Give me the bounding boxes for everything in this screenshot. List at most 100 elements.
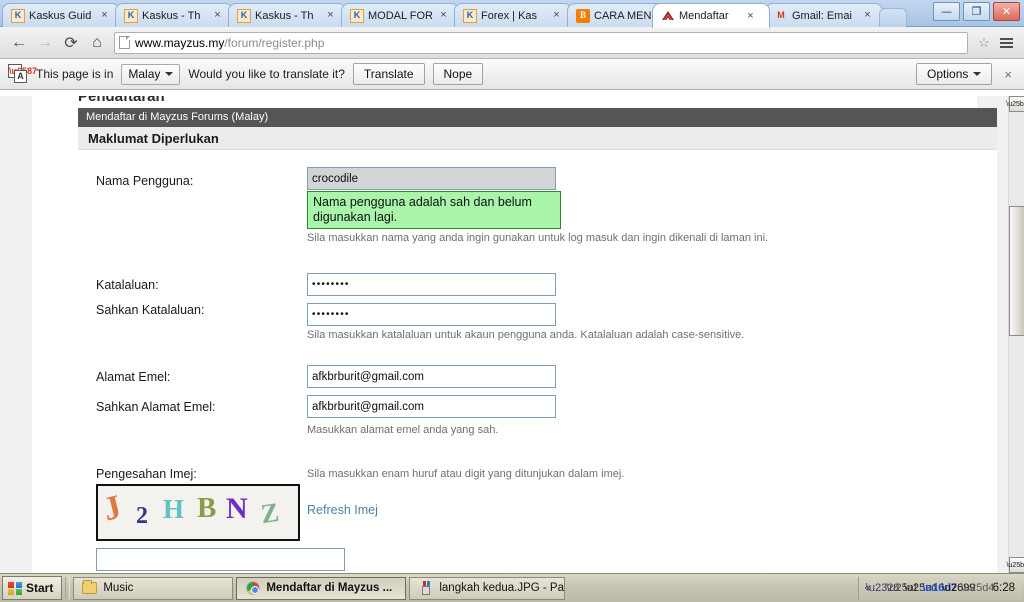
tab-label: MODAL FOR (368, 9, 433, 22)
taskbar-item-label: Mendaftar di Mayzus ... (266, 582, 393, 594)
page-scrollbar[interactable]: \u25b2 \u25bc (1006, 96, 1024, 573)
address-bar[interactable]: www.mayzus.my/forum/register.php (114, 31, 968, 54)
kaskus-icon: K (350, 8, 364, 23)
browser-window: K Kaskus Guid × K Kaskus - Th × K Kaskus… (0, 0, 1024, 573)
tab-label: Gmail: Emai (792, 9, 852, 22)
taskbar-item-paint[interactable]: langkah kedua.JPG - Paint (409, 576, 566, 600)
tab-close-icon[interactable]: × (325, 10, 336, 21)
chevron-down-icon (165, 71, 174, 80)
username-label: Nama Pengguna: (96, 174, 194, 188)
captcha-hint: Sila masukkan enam huruf atau digit yang… (307, 468, 625, 480)
password-hint: Sila masukkan katalaluan untuk akaun pen… (307, 329, 745, 341)
kaskus-icon: K (124, 8, 138, 23)
page-title: Pendaftaran (78, 96, 165, 105)
volume-icon[interactable]: \u25d4 (961, 581, 995, 595)
forward-icon[interactable]: → (32, 30, 58, 56)
browser-tab-4[interactable]: K MODAL FOR × (341, 3, 459, 27)
kaskus-icon: K (237, 8, 251, 23)
scrollbar-thumb[interactable] (1009, 206, 1024, 336)
url-host: www.mayzus.my (135, 35, 225, 50)
blogger-icon: B (576, 8, 590, 23)
browser-tab-7-active[interactable]: Mendaftar × (652, 3, 770, 28)
folder-icon (82, 580, 98, 596)
email-input[interactable] (307, 365, 556, 388)
translate-infobar: \u6587 A This page is in Malay Would you… (0, 59, 1024, 90)
tab-label: Kaskus - Th (142, 9, 201, 22)
tab-label: Kaskus Guid (29, 9, 92, 22)
page-viewport: Pendaftaran Mendaftar di Mayzus Forums (… (0, 96, 1024, 573)
new-tab-button[interactable] (879, 8, 907, 27)
mayzus-icon (661, 9, 675, 23)
browser-tab-1[interactable]: K Kaskus Guid × (2, 3, 120, 27)
chrome-icon (245, 581, 260, 596)
tab-label: Mendaftar (679, 10, 729, 22)
chevron-down-icon (973, 71, 982, 80)
tab-close-icon[interactable]: × (745, 10, 756, 22)
password-input[interactable] (307, 273, 556, 296)
infobar-question: Would you like to translate it? (188, 67, 345, 81)
captcha-input[interactable] (96, 548, 345, 571)
close-window-button[interactable]: ✕ (993, 2, 1020, 21)
taskbar-item-music[interactable]: Music (73, 576, 234, 600)
nope-button[interactable]: Nope (432, 63, 484, 85)
username-hint: Sila masukkan nama yang anda ingin gunak… (307, 232, 769, 244)
screen: K Kaskus Guid × K Kaskus - Th × K Kaskus… (0, 0, 1024, 602)
captcha-char-4: B (197, 492, 217, 524)
browser-tab-8[interactable]: M Gmail: Emai × (765, 3, 883, 27)
home-icon[interactable]: ⌂ (84, 30, 110, 56)
form-header: Mendaftar di Mayzus Forums (Malay) (78, 108, 997, 127)
language-value: Malay (128, 67, 161, 81)
language-select[interactable]: Malay (121, 63, 181, 85)
username-input[interactable] (307, 167, 556, 190)
form-body: Nama Pengguna: Nama pengguna adalah sah … (78, 150, 997, 573)
tab-close-icon[interactable]: × (551, 10, 562, 21)
infobar-message: This page is in (36, 67, 114, 81)
email-label: Alamat Emel: (96, 370, 171, 384)
browser-tab-5[interactable]: K Forex | Kas × (454, 3, 572, 27)
scroll-down-icon[interactable]: \u25bc (1006, 557, 1024, 573)
taskbar-separator (65, 577, 71, 599)
email-hint: Masukkan alamat emel anda yang sah. (307, 424, 499, 436)
browser-tab-2[interactable]: K Kaskus - Th × (115, 3, 233, 27)
tab-close-icon[interactable]: × (862, 10, 873, 21)
captcha-char-3: H (163, 494, 185, 524)
page-info-icon (119, 36, 130, 49)
translate-button[interactable]: Translate (352, 63, 425, 85)
browser-tab-3[interactable]: K Kaskus - Th × (228, 3, 346, 27)
form-section-title: Maklumat Diperlukan (78, 127, 997, 150)
tab-close-icon[interactable]: × (99, 10, 110, 21)
password-confirm-label: Sahkan Katalaluan: (96, 303, 205, 317)
back-icon[interactable]: ← (6, 30, 32, 56)
tab-label: Kaskus - Th (255, 9, 314, 22)
email-confirm-input[interactable] (307, 395, 556, 418)
reload-icon[interactable]: ⟳ (58, 30, 84, 56)
password-confirm-input[interactable] (307, 303, 556, 326)
infobar-close-icon[interactable]: × (1000, 67, 1016, 82)
username-validation-message: Nama pengguna adalah sah dan belum digun… (307, 191, 561, 229)
system-tray: « \u2328 \u25af \u25ad \u16d7 \u2699 \u2… (858, 576, 1022, 600)
gmail-icon: M (777, 10, 785, 20)
kaskus-icon: K (11, 8, 25, 23)
captcha-char-1: J (99, 488, 126, 529)
options-label: Options (927, 67, 969, 81)
menu-icon[interactable] (994, 37, 1018, 48)
scroll-up-icon[interactable]: \u25b2 (1006, 96, 1024, 112)
maximize-button[interactable]: ❐ (963, 2, 990, 21)
captcha-image: J 2 H B N Z (96, 484, 300, 541)
tab-label: CARA MENI (594, 9, 655, 22)
bookmark-star-icon[interactable]: ☆ (974, 35, 994, 51)
tab-close-icon[interactable]: × (212, 10, 223, 21)
options-button[interactable]: Options (916, 63, 993, 85)
clock[interactable]: 6:28 (993, 582, 1015, 594)
captcha-label: Pengesahan Imej: (96, 467, 197, 481)
page-content: Pendaftaran Mendaftar di Mayzus Forums (… (32, 96, 997, 573)
translate-icon: \u6587 A (8, 64, 37, 84)
tab-close-icon[interactable]: × (438, 10, 449, 21)
registration-form: Mendaftar di Mayzus Forums (Malay) Maklu… (78, 108, 997, 573)
taskbar-item-chrome[interactable]: Mendaftar di Mayzus ... (236, 576, 407, 600)
password-label: Katalaluan: (96, 278, 159, 292)
minimize-button[interactable]: — (933, 2, 960, 21)
start-button[interactable]: Start (2, 576, 63, 600)
url-path: /forum/register.php (224, 35, 325, 50)
refresh-image-link[interactable]: Refresh Imej (307, 503, 378, 517)
